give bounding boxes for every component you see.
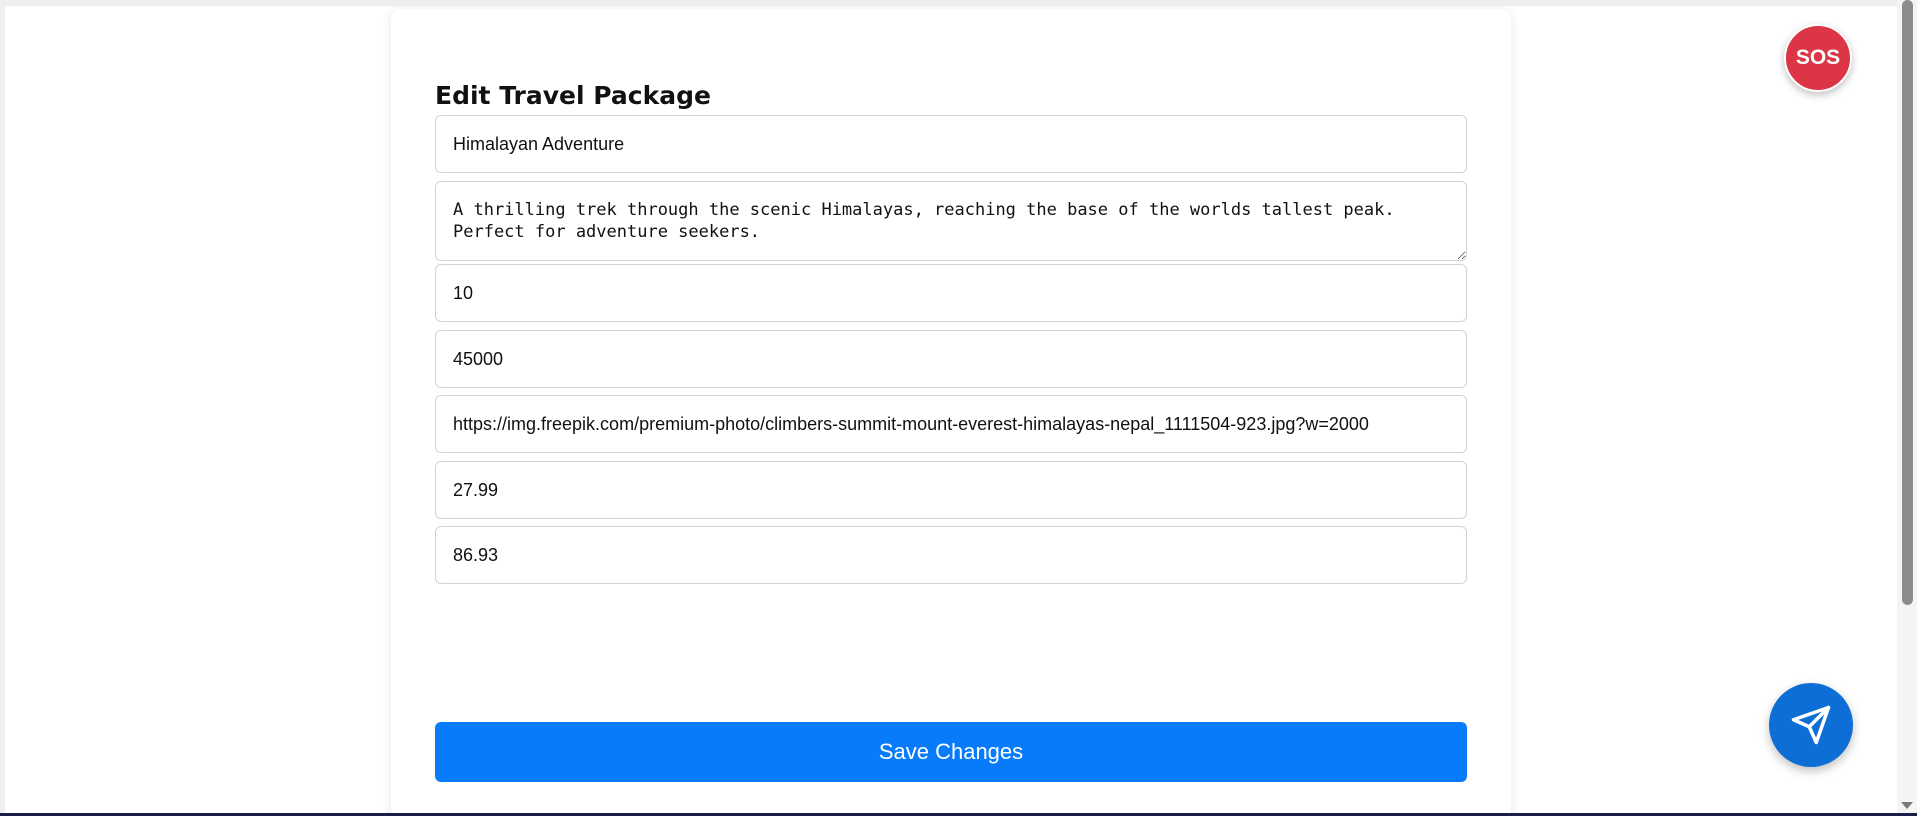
page: Edit Travel Package A thrilling trek thr… <box>0 0 1917 816</box>
longitude-input[interactable] <box>435 526 1467 584</box>
duration-input[interactable] <box>435 264 1467 322</box>
price-input[interactable] <box>435 330 1467 388</box>
paper-plane-icon <box>1791 705 1831 745</box>
top-bar <box>5 0 1897 5</box>
package-name-input[interactable] <box>435 115 1467 173</box>
image-url-input[interactable] <box>435 395 1467 453</box>
package-description-textarea[interactable]: A thrilling trek through the scenic Hima… <box>435 181 1467 261</box>
sos-button[interactable]: SOS <box>1784 24 1852 92</box>
vertical-scrollbar[interactable] <box>1897 0 1917 813</box>
send-message-button[interactable] <box>1769 683 1853 767</box>
left-edge <box>0 0 5 816</box>
save-changes-button[interactable]: Save Changes <box>435 722 1467 782</box>
edit-package-card: Edit Travel Package A thrilling trek thr… <box>391 9 1511 816</box>
page-title: Edit Travel Package <box>435 81 711 110</box>
sos-label: SOS <box>1795 46 1841 69</box>
latitude-input[interactable] <box>435 461 1467 519</box>
scroll-down-arrow-icon[interactable] <box>1901 802 1913 809</box>
scrollbar-thumb[interactable] <box>1902 0 1913 605</box>
